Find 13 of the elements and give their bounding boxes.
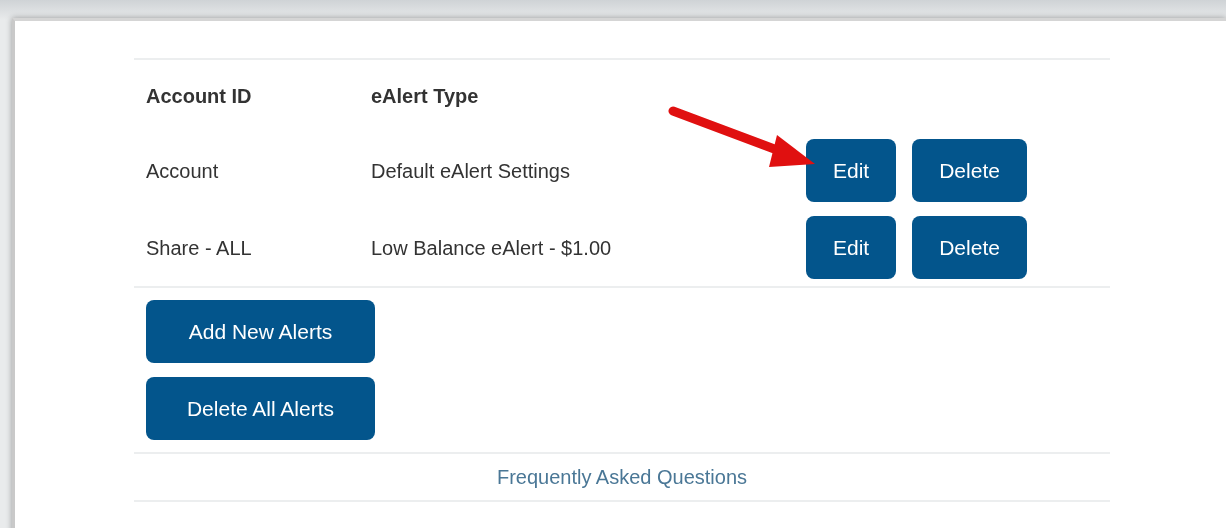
delete-all-button[interactable]: Delete All Alerts bbox=[146, 377, 375, 440]
delete-button[interactable]: Delete bbox=[912, 216, 1027, 279]
column-header: eAlert Type bbox=[371, 85, 479, 107]
add-button[interactable]: Add New Alerts bbox=[146, 300, 375, 363]
table-cell: Low Balance eAlert - $1.00 bbox=[371, 236, 612, 259]
faq-link[interactable]: Frequently Asked Questions bbox=[496, 466, 748, 488]
delete-button[interactable]: Delete bbox=[912, 139, 1027, 202]
edit-button[interactable]: Edit bbox=[806, 139, 897, 202]
column-header: Account ID bbox=[146, 85, 252, 107]
edit-button[interactable]: Edit bbox=[806, 216, 897, 279]
table-cell: Share - ALL bbox=[146, 236, 252, 259]
table-cell: Default eAlert Settings bbox=[371, 159, 570, 182]
table-cell: Account bbox=[146, 159, 219, 182]
